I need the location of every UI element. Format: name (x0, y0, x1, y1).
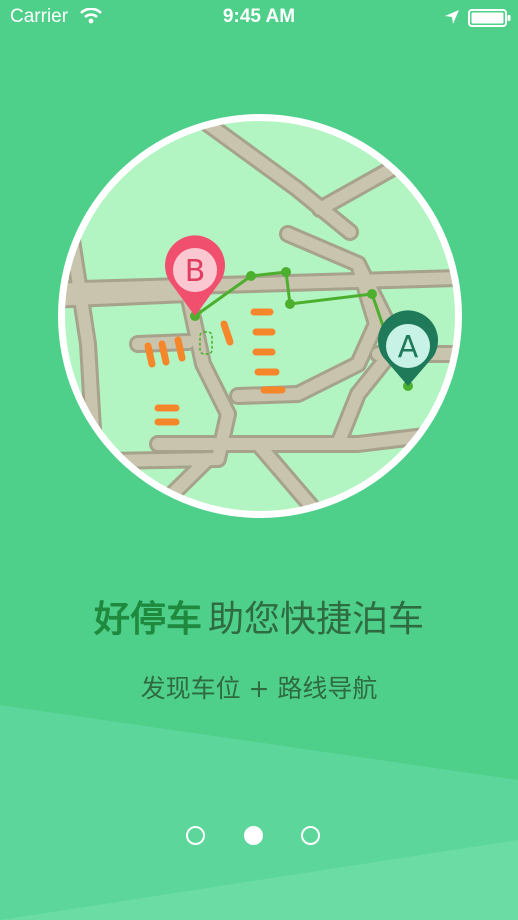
brand-name: 好停车 (93, 599, 202, 640)
status-bar: Carrier 9:45 AM (0, 0, 518, 36)
marker-a-label: A (398, 330, 419, 365)
battery-icon (468, 9, 511, 27)
page-dot-1[interactable] (186, 826, 205, 845)
page-dot-2[interactable] (244, 826, 263, 845)
map-illustration: B A (58, 114, 462, 518)
status-time: 9:45 AM (222, 6, 296, 27)
title-text: 助您快捷泊车 (208, 599, 425, 640)
location-arrow-icon (445, 10, 459, 24)
onboarding-subtitle: 发现车位 + 路线导航 (140, 674, 378, 703)
onboarding-title: 好停车 助您快捷泊车 (0, 590, 518, 642)
page-dot-3[interactable] (301, 826, 320, 845)
marker-b-label: B (185, 254, 206, 289)
